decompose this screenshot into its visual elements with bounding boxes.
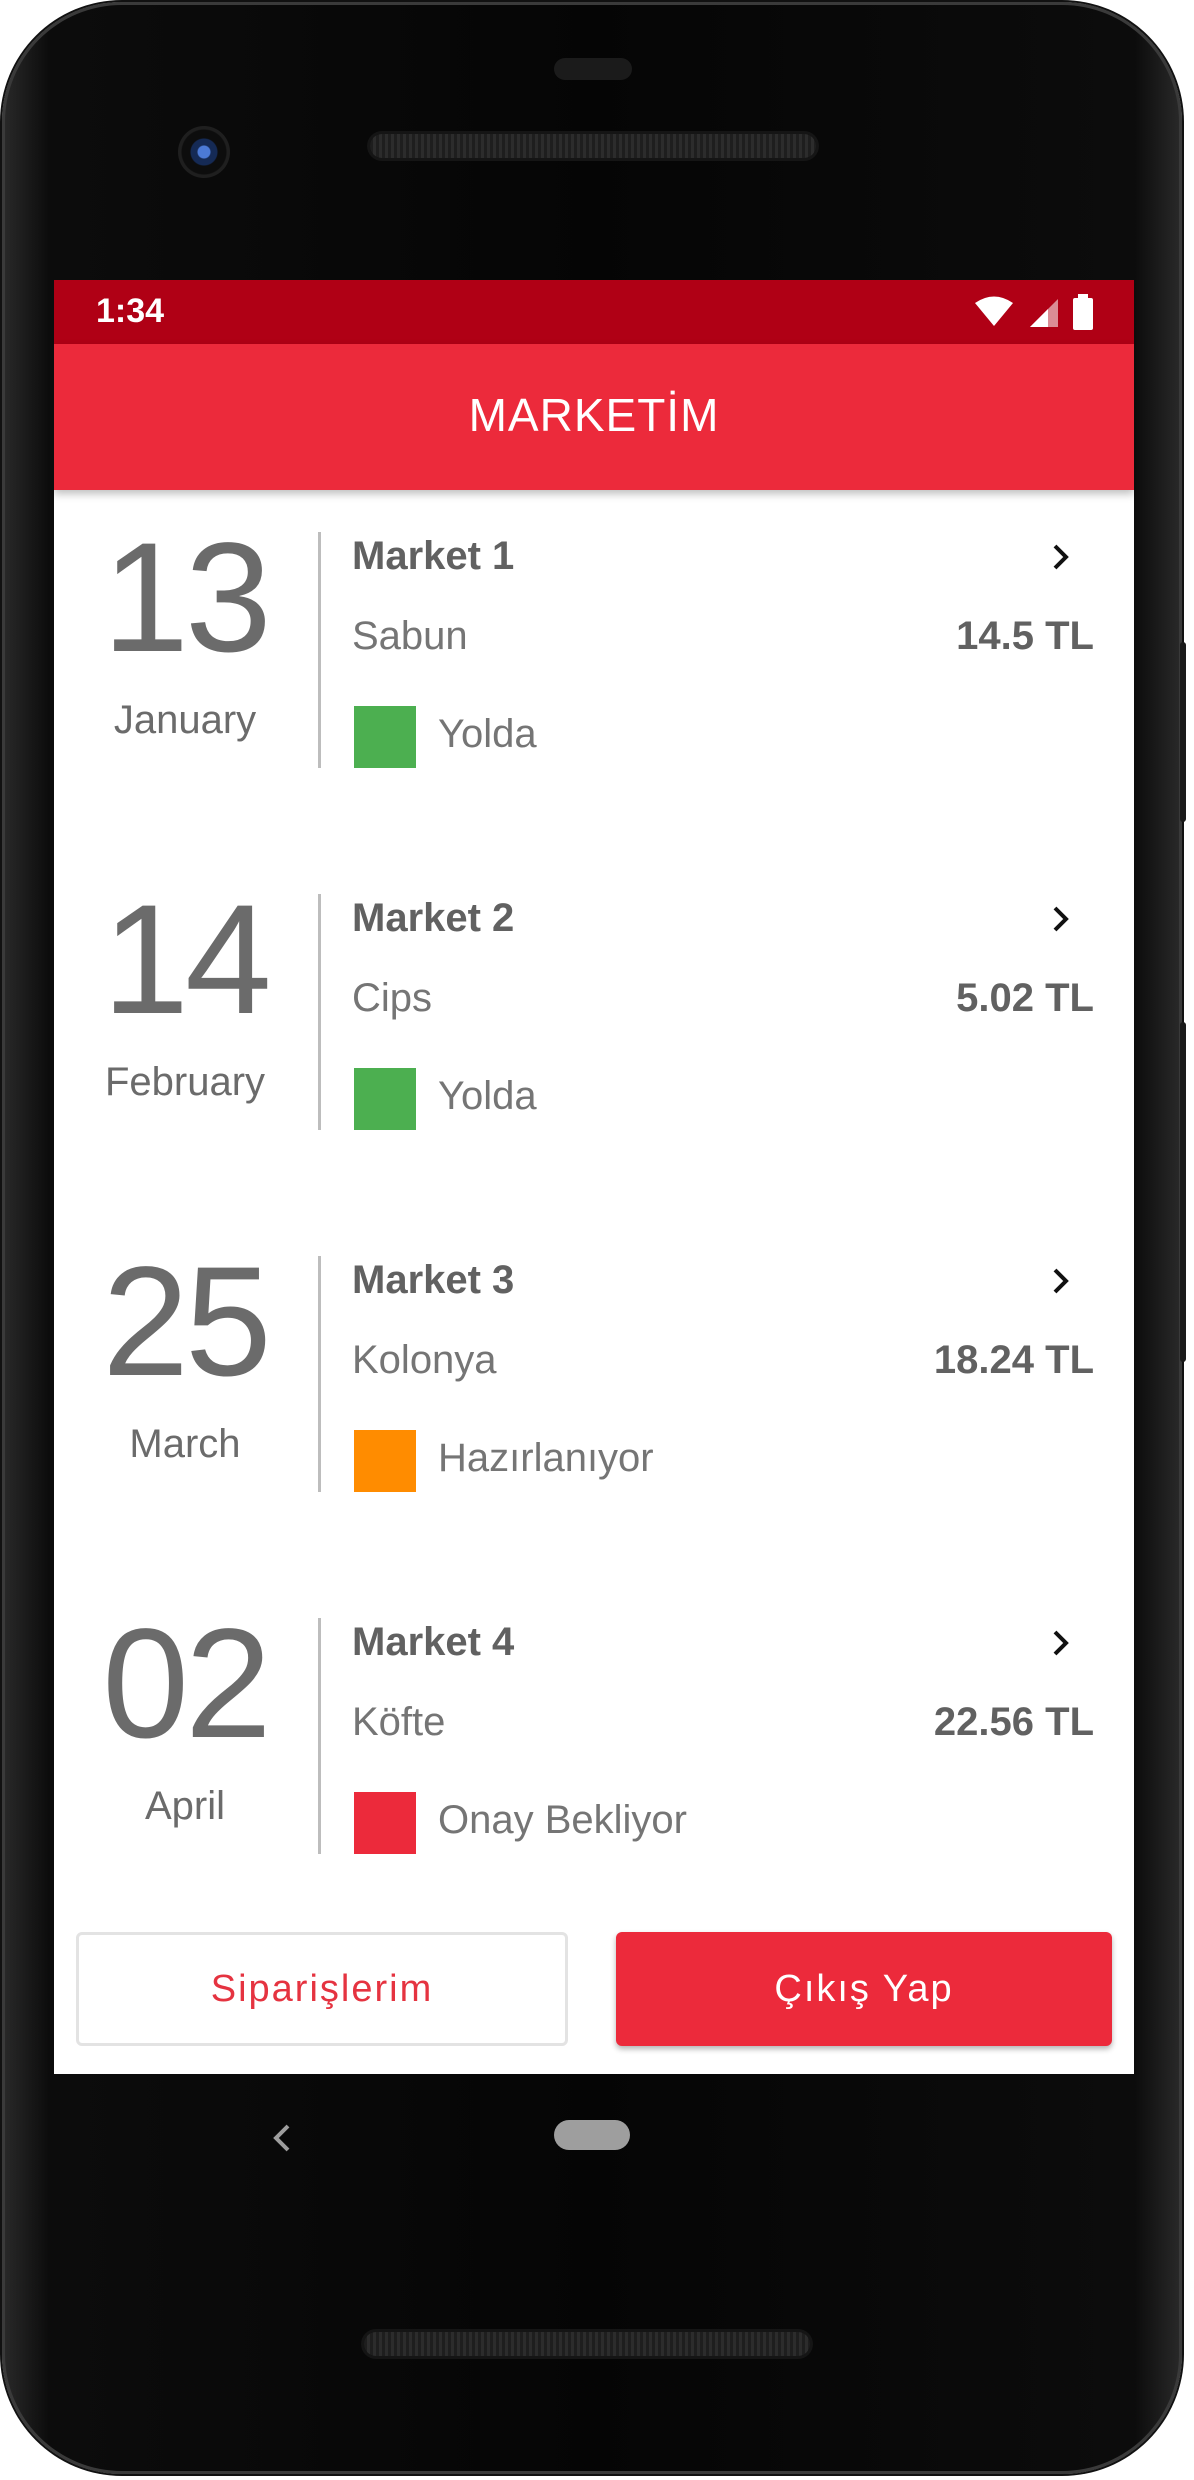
product-name: Kolonya [352,1338,497,1382]
order-price: 18.24 TL [933,1338,1094,1382]
order-status: Yolda [438,712,537,756]
divider [318,1256,321,1492]
chevron-right-icon[interactable] [1046,1628,1076,1658]
order-status: Yolda [438,1074,537,1118]
power-button [1180,642,1186,822]
chevron-right-icon[interactable] [1046,542,1076,572]
earpiece [554,58,632,80]
order-day: 14 [102,873,272,1047]
chevron-right-icon[interactable] [1046,904,1076,934]
app-title: MARKETİM [468,389,720,441]
list-item[interactable]: 02 April Market 4 Köfte 22.56 TL Onay Be… [54,1576,1134,1938]
list-item[interactable]: 14 February Market 2 Cips 5.02 TL Yolda [54,852,1134,1214]
product-name: Cips [352,976,433,1020]
status-color-chip [354,1068,416,1130]
front-camera-icon [178,126,230,178]
status-icons [974,292,1094,332]
order-month: March [129,1422,241,1466]
order-month: April [144,1784,226,1828]
my-orders-button[interactable]: Siparişlerim [76,1932,568,2046]
home-pill-icon[interactable] [554,2120,630,2150]
app-bar: MARKETİM [54,344,1134,490]
order-price: 14.5 TL [956,614,1094,658]
status-color-chip [354,1792,416,1854]
divider [318,532,321,768]
market-name: Market 4 [352,1620,515,1664]
phone-frame: 1:34 MARKETİM 13 January Market 1 Sabun … [2,2,1186,2474]
bottom-buttons: Siparişlerim Çıkış Yap [54,1932,1134,2052]
back-icon[interactable] [270,2120,294,2156]
market-name: Market 2 [352,896,515,940]
signal-icon [1030,299,1058,327]
volume-button [1180,1022,1186,1362]
status-color-chip [354,706,416,768]
order-status: Hazırlanıyor [438,1436,654,1480]
product-name: Sabun [352,614,468,658]
chevron-right-icon[interactable] [1046,1266,1076,1296]
order-day: 25 [102,1235,272,1409]
order-day: 02 [102,1597,272,1771]
order-status: Onay Bekliyor [438,1798,687,1842]
market-name: Market 1 [352,534,515,578]
status-time: 1:34 [96,292,165,330]
battery-icon [1073,294,1093,330]
list-item[interactable]: 13 January Market 1 Sabun 14.5 TL Yolda [54,490,1134,852]
bottom-speaker-grille [364,2332,810,2356]
order-list: 13 January Market 1 Sabun 14.5 TL Yolda … [54,490,1134,1938]
product-name: Köfte [352,1700,446,1744]
order-price: 22.56 TL [933,1700,1094,1744]
status-bar: 1:34 [54,280,1134,344]
list-item[interactable]: 25 March Market 3 Kolonya 18.24 TL Hazır… [54,1214,1134,1576]
divider [318,894,321,1130]
wifi-icon [975,296,1013,326]
top-speaker-grille [370,134,816,158]
divider [318,1618,321,1854]
order-month: January [113,698,257,742]
order-price: 5.02 TL [956,976,1094,1020]
market-name: Market 3 [352,1258,515,1302]
order-month: February [104,1060,266,1104]
screen: 1:34 MARKETİM 13 January Market 1 Sabun … [54,280,1134,2074]
order-day: 13 [102,511,272,685]
status-color-chip [354,1430,416,1492]
logout-button[interactable]: Çıkış Yap [616,1932,1112,2046]
